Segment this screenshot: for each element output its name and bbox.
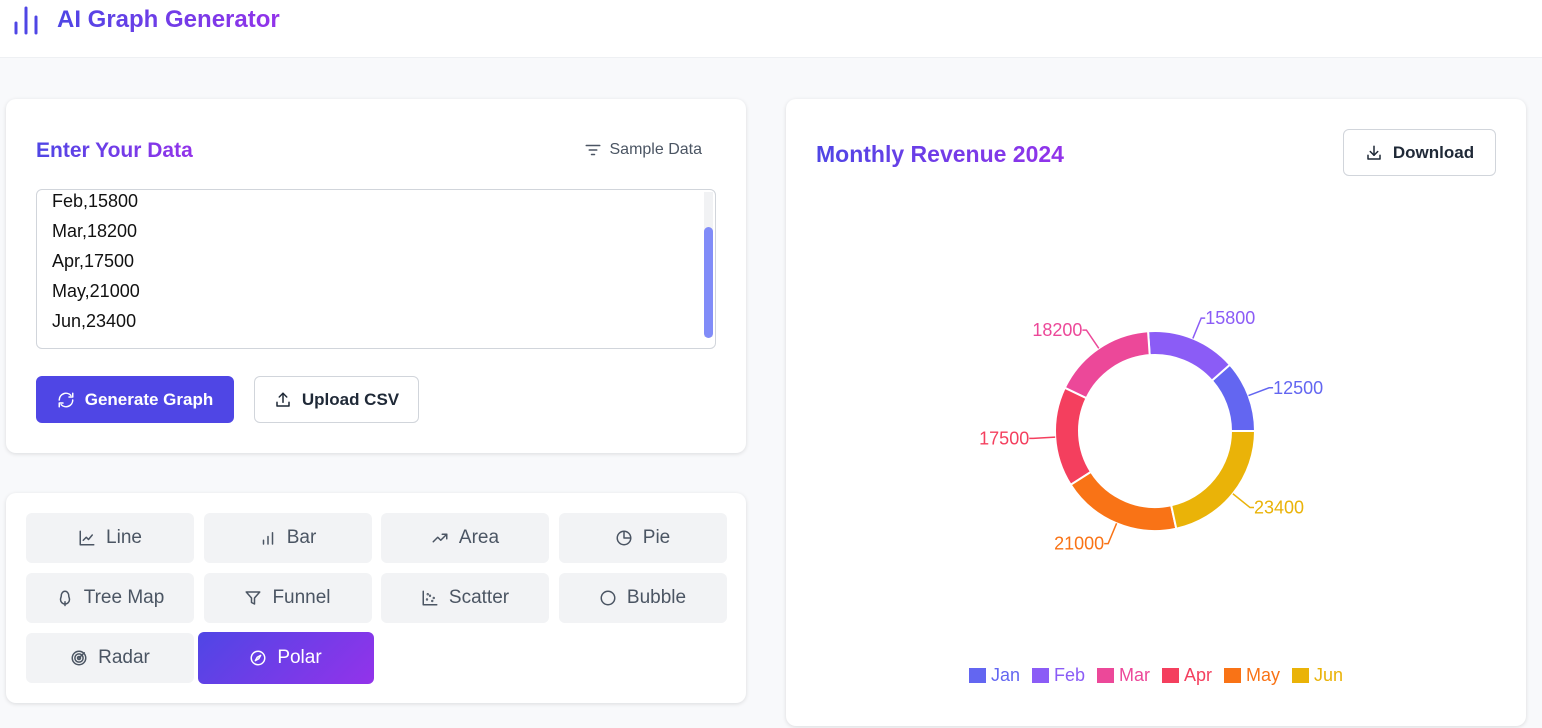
generate-graph-label: Generate Graph [84, 389, 214, 409]
radar-icon [71, 650, 87, 666]
leader-line [1029, 436, 1056, 440]
chart-type-label: Line [106, 527, 142, 548]
legend-item-jun[interactable]: Jun [1292, 665, 1343, 686]
leader-line [1192, 317, 1206, 339]
legend-label: Jan [990, 665, 1020, 685]
legend-swatch [968, 668, 986, 683]
chart-type-polar[interactable]: Polar [197, 632, 374, 684]
data-label: 18200 [1032, 320, 1082, 340]
bar-chart-icon [262, 532, 273, 545]
bar-chart-icon [14, 6, 38, 35]
legend-swatch [1162, 668, 1179, 683]
chart-legend: Jan Feb Mar Apr May Jun [786, 665, 1526, 686]
chart-card: Monthly Revenue 2024 Download 12500 15800… [786, 99, 1526, 726]
chart-type-label: Area [458, 527, 500, 548]
scrollbar-thumb[interactable] [704, 227, 713, 338]
data-label: 12500 [1273, 378, 1323, 398]
chart-type-label: Polar [277, 647, 322, 668]
slice-apr[interactable] [1054, 386, 1093, 487]
app-title: AI Graph Generator [57, 6, 280, 33]
legend-swatch [1224, 668, 1242, 683]
legend-item-mar[interactable]: Mar [1097, 665, 1150, 686]
chart-type-pie[interactable]: Pie [558, 513, 727, 563]
chart-type-area[interactable]: Area [381, 513, 549, 563]
sample-data-label: Sample Data [609, 141, 703, 158]
legend-item-may[interactable]: May [1224, 665, 1280, 686]
legend-item-feb[interactable]: Feb [1031, 665, 1085, 686]
chart-type-label: Bubble [626, 587, 687, 608]
legend-label: May [1246, 665, 1281, 685]
legend-label: Mar [1119, 665, 1150, 685]
input-card-title: Enter Your Data [36, 139, 193, 162]
leader-line [1248, 387, 1274, 397]
scatter-icon [422, 590, 438, 606]
chart-type-label: Bar [286, 527, 317, 548]
textarea-line: Mar,18200 [52, 221, 138, 241]
upload-csv-label: Upload CSV [301, 389, 400, 409]
textarea-line: Feb,15800 [52, 191, 139, 211]
legend-label: Apr [1184, 665, 1213, 685]
slice-may[interactable] [1069, 470, 1178, 532]
chart-type-label: Pie [642, 527, 671, 548]
chart-type-line[interactable]: Line [26, 513, 194, 563]
data-input-card: Enter Your Data Sample Data Feb,15800 Mar… [6, 99, 746, 453]
leader-line [1082, 329, 1100, 349]
leader-line [1232, 493, 1255, 509]
chart-type-selector: Line Bar Area Pie Tree Map Funnel Scatter Bubbl… [6, 493, 746, 703]
slice-jun[interactable] [1169, 430, 1257, 530]
sample-data-button[interactable]: Sample Data [584, 141, 703, 159]
legend-label: Jun [1314, 665, 1344, 685]
upload-icon [276, 392, 290, 407]
generate-graph-button[interactable]: Generate Graph [36, 376, 234, 423]
legend-item-jan[interactable]: Jan [968, 665, 1020, 686]
chart-type-label: Scatter [448, 587, 510, 608]
slice-mar[interactable] [1063, 330, 1151, 400]
compass-icon [250, 650, 266, 666]
data-label: 15800 [1205, 308, 1255, 328]
circle-icon [600, 590, 616, 606]
tree-icon [59, 590, 70, 607]
upload-csv-button[interactable]: Upload CSV [254, 376, 419, 423]
data-label: 17500 [979, 428, 1029, 448]
chart-type-label: Radar [98, 647, 150, 668]
legend-swatch [1292, 668, 1310, 683]
funnel-icon [245, 591, 261, 605]
textarea-line: Jun,23400 [52, 311, 137, 331]
chart-type-label: Tree Map [83, 587, 165, 608]
legend-item-apr[interactable]: Apr [1162, 665, 1212, 686]
refresh-icon [58, 392, 74, 407]
chart-type-bubble[interactable]: Bubble [558, 573, 727, 623]
data-label: 23400 [1254, 498, 1304, 518]
legend-swatch [1097, 668, 1114, 683]
chart-type-tree-map[interactable]: Tree Map [26, 573, 194, 623]
slice-feb[interactable] [1146, 330, 1232, 383]
line-chart-icon [79, 530, 95, 546]
data-label: 21000 [1054, 534, 1104, 554]
data-textarea[interactable]: Feb,15800 Mar,18200 Apr,17500 May,21000 Jun,… [36, 189, 716, 349]
textarea-line: May,21000 [52, 281, 140, 301]
chart-type-scatter[interactable]: Scatter [381, 573, 549, 623]
legend-swatch [1031, 668, 1049, 683]
chart-type-bar[interactable]: Bar [203, 513, 372, 563]
chart-type-funnel[interactable]: Funnel [203, 573, 372, 623]
pie-chart-icon [616, 530, 632, 546]
chart-type-radar[interactable]: Radar [26, 633, 194, 683]
legend-label: Feb [1053, 665, 1085, 685]
leader-line [1104, 523, 1118, 545]
trending-up-icon [432, 533, 448, 543]
app-header: AI Graph Generator [0, 0, 1542, 58]
filter-icon [585, 144, 600, 156]
textarea-line: Apr,17500 [52, 251, 135, 271]
chart-type-label: Funnel [272, 587, 331, 608]
doughnut-chart: 12500 15800 18200 17500 21000 23400 [979, 308, 1323, 554]
